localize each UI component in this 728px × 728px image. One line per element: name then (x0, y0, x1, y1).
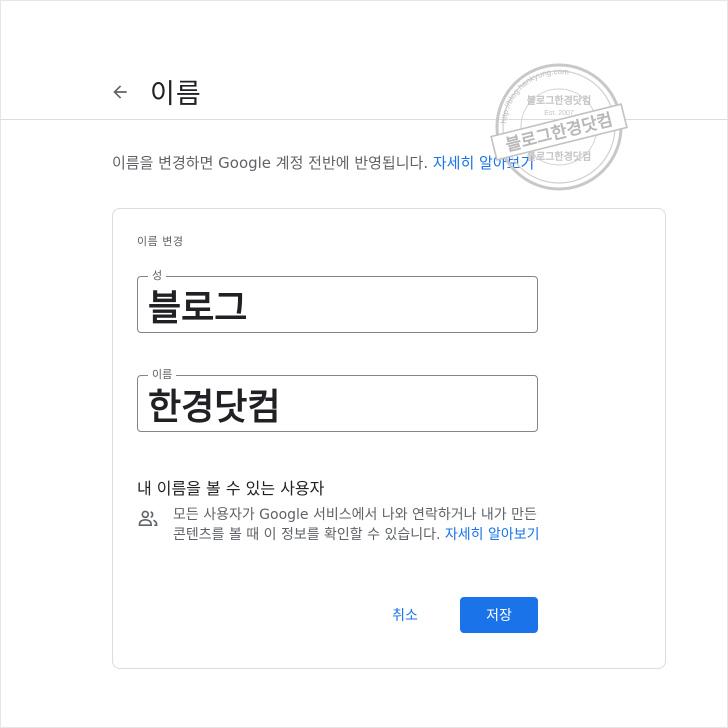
first-name-label: 이름 (148, 368, 177, 382)
description-text: 이름을 변경하면 Google 계정 전반에 반영됩니다. (112, 154, 433, 172)
page-title: 이름 (150, 79, 202, 110)
cancel-button[interactable]: 취소 (375, 597, 435, 633)
last-name-input[interactable] (148, 283, 528, 327)
watermark-year: Est. 2007 (544, 110, 574, 117)
name-change-card: 이름 변경 성 이름 내 이름을 볼 수 있는 사용자 모든 사용자가 Goog… (112, 208, 666, 669)
watermark-stamp: http://blog.hankyung.com 블로그한경닷컴 Est. 20… (490, 63, 628, 191)
visibility-learn-more-link[interactable]: 자세히 알아보기 (445, 527, 540, 543)
arrow-left-icon (113, 85, 127, 99)
visibility-title: 내 이름을 볼 수 있는 사용자 (137, 479, 325, 498)
back-button[interactable] (106, 78, 134, 106)
last-name-field[interactable]: 성 (137, 269, 538, 333)
first-name-input[interactable] (148, 382, 528, 426)
watermark-bottom-text: 블로그한경닷컴 (527, 150, 591, 163)
card-title: 이름 변경 (137, 235, 184, 248)
visibility-text: 모든 사용자가 Google 서비스에서 나와 연락하거나 내가 만든 콘텐츠를… (173, 505, 553, 545)
people-icon (138, 510, 158, 527)
last-name-label: 성 (148, 269, 167, 283)
watermark-top-text: 블로그한경닷컴 (527, 94, 591, 107)
first-name-field[interactable]: 이름 (137, 368, 538, 432)
save-button[interactable]: 저장 (460, 597, 538, 633)
description: 이름을 변경하면 Google 계정 전반에 반영됩니다. 자세히 알아보기 (112, 152, 534, 173)
